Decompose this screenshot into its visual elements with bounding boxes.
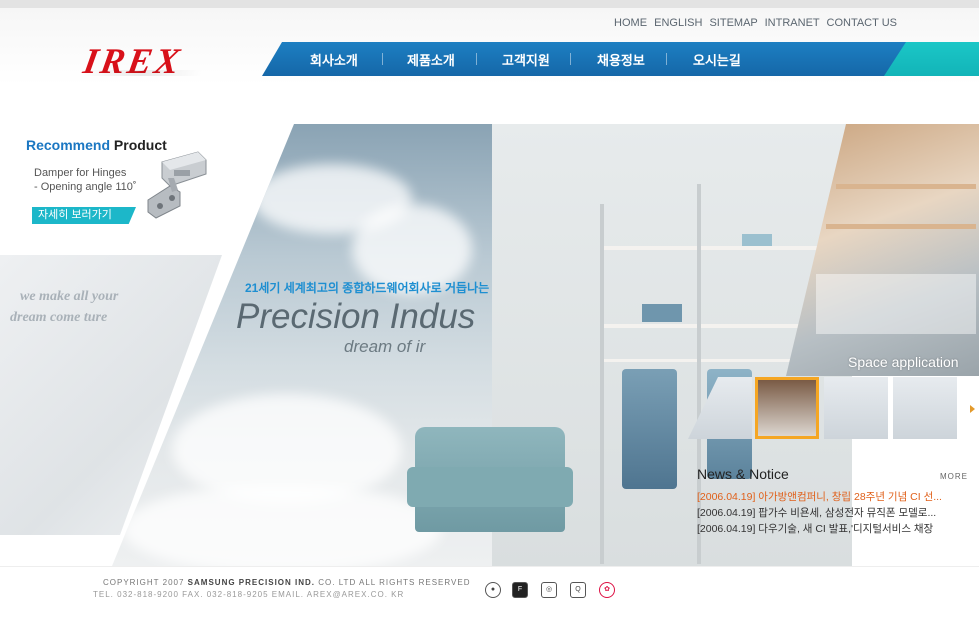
nav-products[interactable]: 제품소개: [407, 50, 455, 69]
recommend-desc-line2: - Opening angle 110˚: [34, 181, 137, 193]
space-thumbnail[interactable]: [824, 377, 888, 439]
util-intranet-link[interactable]: INTRANET: [765, 17, 820, 29]
util-contact-link[interactable]: CONTACT US: [827, 17, 898, 29]
nav-separator: [666, 53, 667, 65]
hero-tagline: 21세기 세계최고의 종합하드웨어회사로 거듭나는: [245, 281, 490, 295]
top-strip: [0, 0, 979, 8]
space-thumbnail-selected[interactable]: [755, 377, 819, 439]
space-thumbnail[interactable]: [893, 377, 957, 439]
footer-divider: [0, 566, 979, 567]
copyright-suffix: CO. LTD ALL RIGHTS RESERVED: [318, 578, 471, 587]
news-more-link[interactable]: MORE: [940, 472, 968, 481]
copyright-brand: SAMSUNG PRECISION IND.: [187, 578, 316, 587]
util-english-link[interactable]: ENGLISH: [654, 17, 702, 29]
footer-copyright: COPYRIGHT 2007 SAMSUNG PRECISION IND. CO…: [103, 578, 470, 587]
sofa-image: [407, 427, 573, 532]
nav-directions[interactable]: 오시는길: [693, 50, 741, 69]
util-home-link[interactable]: HOME: [614, 17, 647, 29]
cert-seal-icon: ✿: [599, 582, 615, 598]
sketch-slogan-line2: dream come ture: [10, 310, 108, 325]
util-sitemap-link[interactable]: SITEMAP: [709, 17, 757, 29]
thumbnail-next-arrow-icon[interactable]: [970, 405, 975, 413]
news-title: News & Notice: [697, 466, 789, 482]
hero-subline: dream of ir: [344, 337, 426, 356]
news-item[interactable]: [2006.04.19] 팝가수 비욘세, 삼성전자 뮤직폰 모델로...: [697, 505, 972, 520]
logo-reflection: [82, 70, 202, 76]
utility-links: HOME ENGLISH SITEMAP INTRANET CONTACT US: [610, 17, 897, 29]
nav-separator: [382, 53, 383, 65]
cert-q-icon: Q: [570, 582, 586, 598]
cert-check-icon: ◎: [541, 582, 557, 598]
nav-support[interactable]: 고객지원: [502, 50, 550, 69]
nav-careers[interactable]: 채용정보: [597, 50, 645, 69]
copyright-prefix: COPYRIGHT 2007: [103, 578, 185, 587]
nav-separator: [570, 53, 571, 65]
news-item[interactable]: [2006.04.19] 아가방앤컴퍼니, 창립 28주년 기념 CI 선...: [697, 489, 972, 504]
hero-headline: Precision Indus: [236, 297, 476, 336]
recommend-title-accent: Recommend: [26, 137, 111, 153]
space-application-label: Space application: [848, 354, 959, 370]
fira-logo-icon: F: [512, 582, 528, 598]
news-item[interactable]: [2006.04.19] 다우기술, 새 CI 발표,'디지털서비스 채장: [697, 521, 972, 536]
nav-company[interactable]: 회사소개: [310, 50, 358, 69]
sketch-slogan-line1: we make all your: [20, 289, 119, 304]
nav-separator: [476, 53, 477, 65]
cert-badge-icon: ●: [485, 582, 501, 598]
recommend-detail-button[interactable]: 자세히 보러가기: [32, 207, 136, 224]
hinge-product-image[interactable]: [140, 144, 210, 224]
recommend-desc-line1: Damper for Hinges: [34, 167, 127, 179]
footer-contact: TEL. 032-818-9200 FAX. 032-818-9205 EMAI…: [93, 590, 405, 599]
main-nav: [262, 42, 908, 76]
